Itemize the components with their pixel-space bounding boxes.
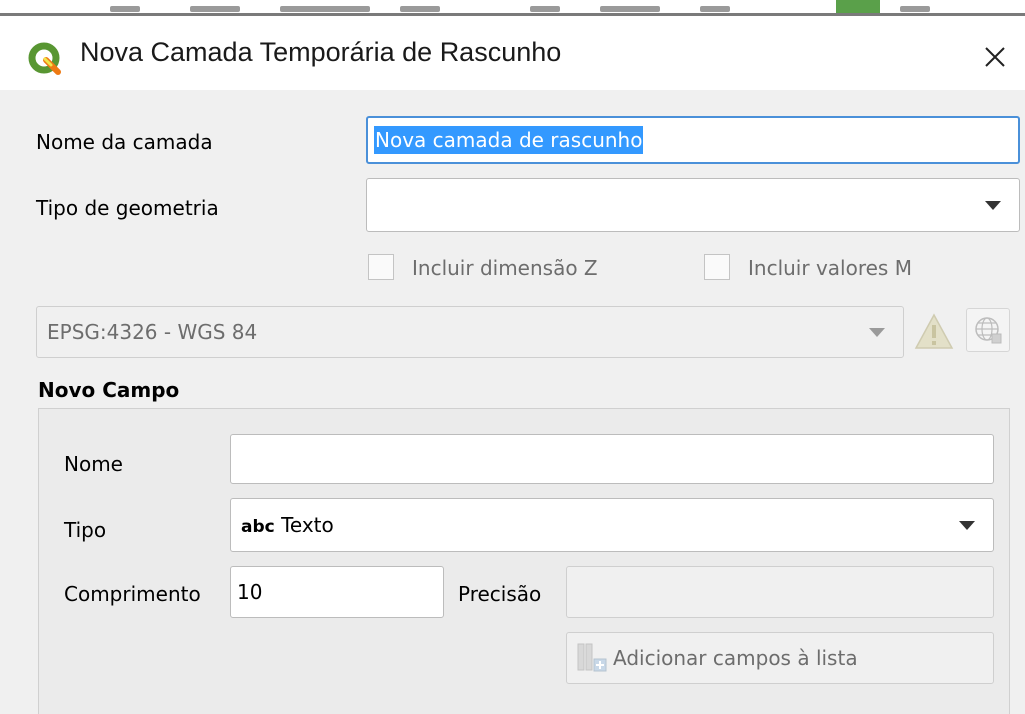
warning-icon [912,310,956,354]
close-button[interactable] [970,32,1020,82]
layer-name-label: Nome da camada [36,130,213,154]
chevron-down-icon [959,521,975,530]
close-icon [985,47,1005,67]
field-type-label: Tipo [64,518,107,542]
chevron-down-icon [869,328,885,337]
new-field-heading: Novo Campo [38,378,180,402]
dialog-title: Nova Camada Temporária de Rascunho [80,37,562,67]
field-length-label: Comprimento [64,582,201,606]
field-type-display: abc Texto [241,513,334,537]
field-type-combo[interactable]: abc Texto [230,498,994,552]
field-length-input[interactable]: 10 [230,566,444,618]
include-z-label: Incluir dimensão Z [412,256,598,280]
layer-name-value: Nova camada de rascunho [374,126,644,154]
crs-combo[interactable]: EPSG:4326 - WGS 84 [36,306,904,358]
geometry-type-label: Tipo de geometria [36,196,219,220]
add-field-icon [577,643,607,672]
crs-value: EPSG:4326 - WGS 84 [47,320,258,344]
field-type-value: Texto [281,513,334,537]
globe-icon [975,317,1002,344]
qgis-logo-icon [28,42,61,75]
include-z-checkbox[interactable] [368,254,394,280]
field-name-input[interactable] [230,434,994,484]
field-precision-input[interactable] [566,566,994,618]
chevron-down-icon [985,201,1001,210]
dialog-content: Nome da camada Nova camada de rascunho T… [0,90,1025,714]
background-window-strip [0,0,1025,18]
geometry-type-combo[interactable] [366,178,1020,232]
add-field-button[interactable]: Adicionar campos à lista [566,632,994,684]
text-type-icon: abc [241,517,275,537]
crs-select-button[interactable] [966,308,1010,352]
include-m-label: Incluir valores M [748,256,912,280]
include-m-checkbox[interactable] [704,254,730,280]
field-name-label: Nome [64,452,123,476]
field-precision-label: Precisão [458,582,542,606]
layer-name-input[interactable]: Nova camada de rascunho [366,116,1020,164]
field-length-value: 10 [237,580,263,604]
add-field-button-label: Adicionar campos à lista [613,646,858,670]
